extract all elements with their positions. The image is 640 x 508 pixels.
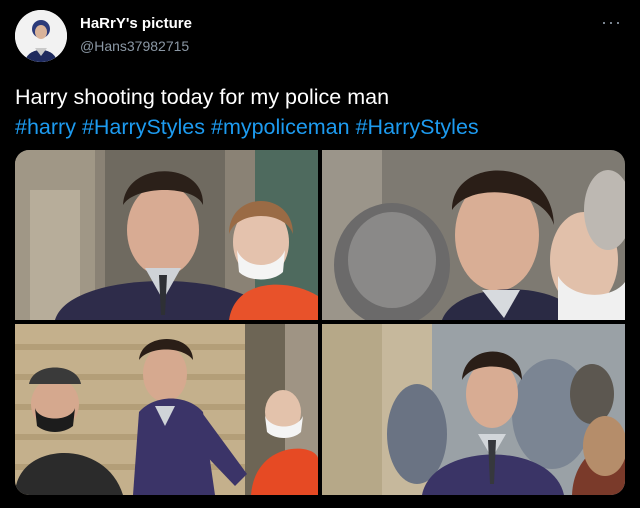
- media-photo-2[interactable]: [322, 150, 625, 320]
- tweet-body: Harry shooting today for my police man: [15, 85, 390, 109]
- tweet-text: Harry shooting today for my police man #…: [15, 82, 625, 142]
- hashtag-link[interactable]: #HarryStyles: [82, 115, 205, 139]
- author-display-name[interactable]: HaRrY's picture: [80, 15, 192, 32]
- author-handle[interactable]: @Hans37982715: [80, 38, 189, 54]
- photo-image: [322, 324, 625, 495]
- media-photo-3[interactable]: [15, 324, 318, 495]
- more-options-icon[interactable]: ···: [601, 12, 622, 33]
- media-photo-1[interactable]: [15, 150, 318, 320]
- photo-image: [15, 324, 318, 495]
- photo-image: [322, 150, 625, 320]
- hashtag-link[interactable]: #HarryStyles: [356, 115, 479, 139]
- author-avatar[interactable]: [15, 10, 67, 62]
- hashtag-link[interactable]: #harry: [15, 115, 76, 139]
- hashtag-link[interactable]: #mypoliceman: [211, 115, 350, 139]
- tweet-card: HaRrY's picture @Hans37982715 ··· Harry …: [0, 0, 640, 508]
- profile-avatar-icon: [15, 10, 67, 62]
- media-photo-4[interactable]: [322, 324, 625, 495]
- media-grid: [15, 150, 625, 495]
- photo-image: [15, 150, 318, 320]
